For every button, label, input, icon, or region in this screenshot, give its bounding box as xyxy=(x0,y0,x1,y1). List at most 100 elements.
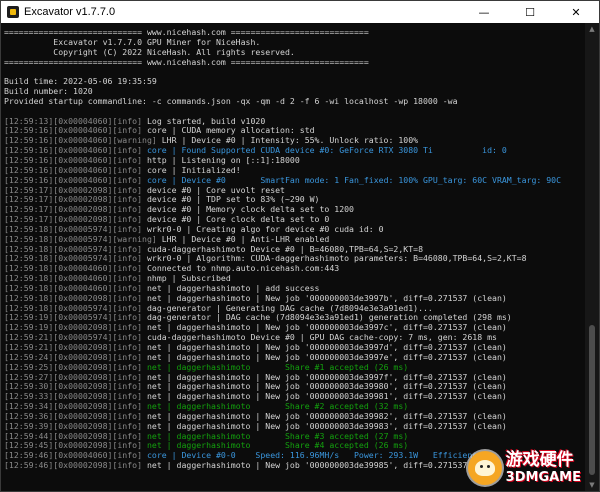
log-timestamp: [12:59:16][0x00004060][info] xyxy=(4,126,143,136)
console-header-line: Build time: 2022-05-06 19:35:59 xyxy=(4,77,157,87)
log-line: [12:59:17][0x00002098][info] device #0 |… xyxy=(4,215,585,225)
log-message: nhmp | Subscribed xyxy=(142,274,231,284)
log-message: LHR | Device #0 | Anti-LHR enabled xyxy=(156,234,330,244)
window-title: Excavator v1.7.7.0 xyxy=(24,6,116,18)
log-line: [12:59:39][0x00002098][info] net | dagge… xyxy=(4,422,585,432)
log-line: [12:59:16][0x00004060][info] http | List… xyxy=(4,156,585,166)
log-message: net | daggerhashimoto | New job '0000000… xyxy=(142,372,507,382)
log-line: [12:59:46][0x00002098][info] net | dagge… xyxy=(4,461,585,471)
log-line: [12:59:19][0x00002098][info] net | dagge… xyxy=(4,323,585,333)
log-message: net | daggerhashimoto Share #1 accepted … xyxy=(142,362,409,372)
log-message: core | Device #0 SmartFan mode: 1 Fan_fi… xyxy=(142,175,562,185)
log-message: core | Device #0-0 Speed: 116.96MH/s Pow… xyxy=(142,451,483,461)
log-timestamp: [12:59:16][0x00004060][info] xyxy=(4,155,143,165)
log-message: device #0 | Core uvolt reset xyxy=(142,185,285,195)
minimize-button[interactable]: — xyxy=(461,1,507,23)
console-header-line: Provided startup commandline: -c command… xyxy=(4,96,458,106)
console-header-line: Build number: 1020 xyxy=(4,87,93,97)
log-line: [12:59:13][0x00004060][info] Log started… xyxy=(4,117,585,127)
log-message: wrkr0-0 | Creating algo for device #0 cu… xyxy=(142,224,384,234)
log-timestamp: [12:59:46][0x00002098][info] xyxy=(4,461,143,471)
log-line: [12:59:18][0x00005974][info] wrkr0-0 | A… xyxy=(4,254,585,264)
log-message: Connected to nhmp.auto.nicehash.com:443 xyxy=(142,264,340,274)
log-timestamp: [12:59:21][0x00002098][info] xyxy=(4,343,143,352)
log-message: http | Listening on [::1]:18000 xyxy=(142,155,300,165)
log-line: [12:59:18][0x00005974][info] wrkr0-0 | C… xyxy=(4,225,585,235)
log-timestamp: [12:59:24][0x00002098][info] xyxy=(4,352,143,362)
log-line: [12:59:24][0x00002098][info] net | dagge… xyxy=(4,353,585,363)
log-message: dag-generator | Generating DAG cache (7d… xyxy=(142,303,433,313)
title-bar[interactable]: Excavator v1.7.7.0 — ☐ ✕ xyxy=(1,1,599,23)
log-line: [12:59:34][0x00002098][info] net | dagge… xyxy=(4,402,585,412)
console-header-line xyxy=(4,67,585,77)
log-line: [12:59:18][0x00005974][info] cuda-dagger… xyxy=(4,245,585,255)
log-timestamp: [12:59:17][0x00002098][info] xyxy=(4,195,143,205)
console-header-line: Copyright (C) 2022 NiceHash. All rights … xyxy=(4,47,295,57)
console-header: ============================ www.nicehas… xyxy=(4,28,585,117)
log-line: [12:59:18][0x00005974][info] dag-generat… xyxy=(4,304,585,314)
log-line: [12:59:16][0x00004060][warning] LHR | De… xyxy=(4,136,585,146)
log-line: [12:59:30][0x00002098][info] net | dagge… xyxy=(4,382,585,392)
log-line: [12:59:16][0x00004060][info] core | Foun… xyxy=(4,146,585,156)
log-timestamp: [12:59:18][0x00005974][info] xyxy=(4,244,143,254)
log-timestamp: [12:59:18][0x00004060][info] xyxy=(4,274,143,284)
log-message: net | daggerhashimoto | New job '0000000… xyxy=(142,421,507,431)
log-timestamp: [12:59:18][0x00005974][warning] xyxy=(4,234,157,244)
log-message: net | daggerhashimoto | New job '0000000… xyxy=(142,411,507,421)
console-header-line: ============================ www.nicehas… xyxy=(4,28,369,37)
log-line: [12:59:36][0x00002098][info] net | dagge… xyxy=(4,412,585,422)
log-message: cuda-daggerhashimoto Device #0 | GPU DAG… xyxy=(142,333,497,343)
log-line: [12:59:21][0x00002098][info] net | dagge… xyxy=(4,343,585,353)
scroll-down-icon[interactable]: ▼ xyxy=(585,479,599,491)
log-line: [12:59:16][0x00004060][info] core | CUDA… xyxy=(4,126,585,136)
log-message: device #0 | TDP set to 83% (~290 W) xyxy=(142,195,320,205)
log-line: [12:59:44][0x00002098][info] net | dagge… xyxy=(4,432,585,442)
log-message: net | daggerhashimoto | add success xyxy=(142,283,320,293)
log-timestamp: [12:59:18][0x00004060][info] xyxy=(4,264,143,274)
log-timestamp: [12:59:39][0x00002098][info] xyxy=(4,421,143,431)
log-message: LHR | Device #0 | Intensity: 55%. Unlock… xyxy=(156,136,419,146)
log-timestamp: [12:59:18][0x00002098][info] xyxy=(4,293,143,303)
log-timestamp: [12:59:17][0x00002098][info] xyxy=(4,185,143,195)
log-message: device #0 | Core clock delta set to 0 xyxy=(142,215,330,225)
excavator-console-window: Excavator v1.7.7.0 — ☐ ✕ ===============… xyxy=(0,0,600,492)
log-timestamp: [12:59:13][0x00004060][info] xyxy=(4,116,143,126)
log-message: net | daggerhashimoto | New job '0000000… xyxy=(142,323,507,333)
log-line: [12:59:17][0x00002098][info] device #0 |… xyxy=(4,195,585,205)
maximize-button[interactable]: ☐ xyxy=(507,1,553,23)
scroll-thumb[interactable] xyxy=(589,325,595,475)
log-message: wrkr0-0 | Algorithm: CUDA-daggerhashimot… xyxy=(142,254,527,264)
log-message: net | daggerhashimoto Share #3 accepted … xyxy=(142,431,409,441)
log-message: device #0 | Memory clock delta set to 12… xyxy=(142,205,354,215)
log-timestamp: [12:59:18][0x00005974][info] xyxy=(4,254,143,264)
log-timestamp: [12:59:17][0x00002098][info] xyxy=(4,215,143,225)
log-timestamp: [12:59:16][0x00004060][info] xyxy=(4,146,143,156)
log-line: [12:59:18][0x00004060][info] nhmp | Subs… xyxy=(4,274,585,284)
log-message: core | Initialized! xyxy=(142,165,241,175)
scroll-up-icon[interactable]: ▲ xyxy=(585,23,599,35)
log-line: [12:59:16][0x00004060][info] core | Init… xyxy=(4,166,585,176)
log-timestamp: [12:59:45][0x00002098][info] xyxy=(4,441,143,451)
console-header-line: Excavator v1.7.7.0 GPU Miner for NiceHas… xyxy=(4,37,261,47)
log-line: [12:59:17][0x00002098][info] device #0 |… xyxy=(4,205,585,215)
log-timestamp: [12:59:34][0x00002098][info] xyxy=(4,402,143,412)
log-timestamp: [12:59:46][0x00004060][info] xyxy=(4,451,143,461)
log-timestamp: [12:59:16][0x00004060][warning] xyxy=(4,136,157,146)
log-timestamp: [12:59:27][0x00002098][info] xyxy=(4,372,143,382)
console-header-line: ============================ www.nicehas… xyxy=(4,57,369,67)
log-line: [12:59:18][0x00004060][info] net | dagge… xyxy=(4,284,585,294)
log-message: core | Found Supported CUDA device #0: G… xyxy=(142,146,507,156)
log-timestamp: [12:59:25][0x00002098][info] xyxy=(4,362,143,372)
close-button[interactable]: ✕ xyxy=(553,1,599,23)
log-line: [12:59:18][0x00005974][warning] LHR | De… xyxy=(4,235,585,245)
app-icon xyxy=(7,6,19,18)
log-line: [12:59:25][0x00002098][info] net | dagge… xyxy=(4,363,585,373)
vertical-scrollbar[interactable]: ▲ ▼ xyxy=(585,23,599,491)
console-output[interactable]: ============================ www.nicehas… xyxy=(1,23,585,491)
log-timestamp: [12:59:18][0x00005974][info] xyxy=(4,224,143,234)
log-message: net | daggerhashimoto | New job '0000000… xyxy=(142,343,507,352)
log-line: [12:59:16][0x00004060][info] core | Devi… xyxy=(4,176,585,186)
log-timestamp: [12:59:19][0x00005974][info] xyxy=(4,313,143,323)
log-message: net | daggerhashimoto | New job '0000000… xyxy=(142,352,507,362)
log-message: net | daggerhashimoto Share #4 accepted … xyxy=(142,441,409,451)
